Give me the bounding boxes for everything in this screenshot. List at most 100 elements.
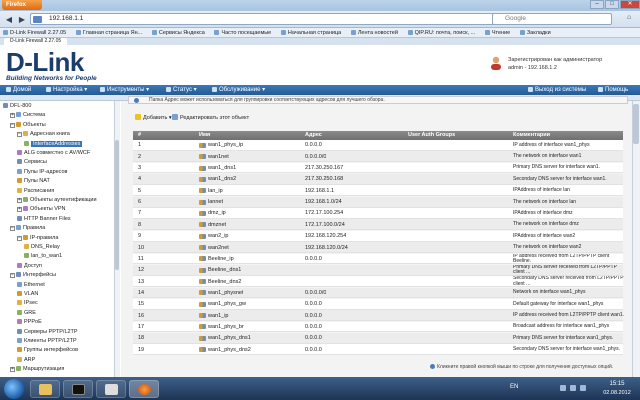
expand-icon[interactable]: +	[10, 113, 15, 119]
language-indicator[interactable]: EN	[510, 384, 518, 390]
tree-item[interactable]: ARP	[17, 356, 35, 364]
taskbar-firefox[interactable]	[129, 380, 159, 398]
column-header-comments[interactable]: Комментарии	[513, 131, 550, 140]
table-row[interactable]: 18 wan1_phys_dns1 0.0.0.0 Primary DNS serve…	[133, 332, 623, 344]
tree-scrollbar-thumb[interactable]	[115, 140, 119, 270]
table-row[interactable]: 1 wan1_phys_ip 0.0.0.0 IP address of interf…	[133, 140, 623, 151]
taskbar-explorer[interactable]	[30, 380, 60, 398]
start-button[interactable]	[4, 379, 24, 399]
table-row[interactable]: 2 wan1net 0.0.0.0/0 The network on interfac…	[133, 151, 623, 163]
menu-settings[interactable]: Настройка ▾	[46, 85, 87, 95]
table-row[interactable]: 4 wan1_dns2 217.30.250.168 Secondary DNS se…	[133, 174, 623, 185]
content-scrollbar-thumb[interactable]	[633, 104, 639, 144]
bookmark-item[interactable]: Часто посещаемые	[211, 28, 276, 37]
table-row[interactable]: 5 lan_ip 192.168.1.1 IPAddress of interface…	[133, 185, 623, 197]
table-row[interactable]: 16 wan1_ip 0.0.0.0 IP address received from…	[133, 310, 624, 321]
expand-icon[interactable]: +	[10, 367, 15, 373]
close-window-button[interactable]: ✕	[620, 0, 640, 9]
table-row[interactable]: 6 lannet 192.168.1.0/24 The network on inte…	[133, 196, 623, 208]
menu-maintenance[interactable]: Обслуживание ▾	[212, 85, 265, 95]
taskbar-terminal[interactable]	[63, 380, 93, 398]
tree-item[interactable]: − Интерфейсы	[10, 272, 56, 279]
tree-item[interactable]: PPPoE	[17, 319, 42, 326]
tree-item[interactable]: Сервисы	[17, 159, 47, 166]
menu-status[interactable]: Статус ▾	[166, 85, 197, 95]
tree-item[interactable]: DNS_Relay	[24, 244, 60, 251]
column-header-address[interactable]: Адрес	[305, 131, 322, 140]
collapse-icon[interactable]: −	[10, 273, 15, 279]
collapse-icon[interactable]: −	[10, 122, 15, 128]
tree-item[interactable]: Пулы IP-адресов	[17, 168, 67, 176]
minimize-button[interactable]: –	[590, 0, 604, 9]
maximize-button[interactable]: □	[605, 0, 619, 9]
volume-icon[interactable]	[580, 385, 586, 391]
column-header-number[interactable]: #	[138, 131, 141, 140]
menu-home[interactable]: Домой	[6, 85, 31, 95]
tree-item[interactable]: + Маршрутизация	[10, 366, 64, 373]
bookmark-item[interactable]: Лента новостей	[348, 28, 403, 37]
tree-item[interactable]: + Объекты VPN	[17, 206, 66, 213]
edit-object-button[interactable]: Редактировать этот объект	[172, 114, 249, 122]
expand-icon[interactable]: +	[17, 207, 22, 213]
taskbar-app[interactable]	[96, 380, 126, 398]
tree-item[interactable]: − IP-правила	[17, 234, 58, 242]
forward-arrow-icon[interactable]: ▶	[16, 14, 28, 25]
table-row[interactable]: 12 Beeline_dns1 Primary DNS server receive…	[133, 264, 623, 276]
expand-icon[interactable]: +	[17, 198, 22, 203]
tree-item[interactable]: GRE	[17, 309, 36, 317]
collapse-icon[interactable]: −	[10, 226, 15, 232]
tree-item[interactable]: Пулы NAT	[17, 178, 50, 185]
back-arrow-icon[interactable]: ◀	[3, 14, 15, 25]
tree-item[interactable]: Расписания	[17, 187, 54, 195]
tree-item[interactable]: + Объекты аутентификации	[17, 197, 97, 204]
table-row[interactable]: 15 wan1_phys_gw 0.0.0.0 Default gateway for…	[133, 298, 623, 310]
bookmark-item[interactable]: Начальная страница	[278, 28, 346, 37]
column-header-name[interactable]: Имя	[199, 131, 210, 140]
table-row[interactable]: 7 dmz_ip 172.17.100.254 IPAddress of interf…	[133, 208, 623, 219]
tray-arrow-icon[interactable]	[560, 385, 566, 391]
tree-item[interactable]: IPsec	[17, 300, 38, 307]
tree-item[interactable]: InterfaceAddresses	[24, 140, 83, 148]
clock-date[interactable]: 02.08.2012	[600, 390, 634, 396]
logout-link[interactable]: Выход из системы	[528, 85, 586, 95]
table-row[interactable]: 19 wan1_phys_dns2 0.0.0.0 Secondary DNS ser…	[133, 344, 623, 356]
tree-item[interactable]: − Объекты	[10, 121, 46, 129]
tree-item[interactable]: − Адресная книга	[17, 131, 70, 138]
table-row[interactable]: 10 wan2net 192.168.120.0/24 The network on …	[133, 242, 623, 253]
browser-tab[interactable]: D-Link Firewall 2.27.05	[4, 38, 68, 45]
site-identity-icon[interactable]	[33, 16, 42, 23]
menu-tools[interactable]: Инструменты ▾	[100, 85, 149, 95]
bookmark-item[interactable]: Закладки	[517, 28, 556, 37]
firefox-menu-button[interactable]: Firefox	[2, 0, 42, 10]
bookmark-item[interactable]: Главная страница Ян...	[73, 28, 147, 37]
search-input[interactable]: Google	[492, 13, 612, 25]
bookmark-item[interactable]: QIP.RU: почта, поиск, ...	[405, 28, 481, 37]
bookmark-item[interactable]: Чтение	[482, 28, 515, 37]
table-row[interactable]: 8 dmznet 172.17.100.0/24 The network on int…	[133, 219, 623, 231]
table-row[interactable]: 13 Beeline_dns2 Secondary DNS server recei…	[133, 276, 624, 287]
url-bar[interactable]: 192.168.1.1	[30, 13, 500, 25]
table-row[interactable]: 14 wan1_physnet 0.0.0.0/0 Network on interf…	[133, 287, 623, 299]
table-row[interactable]: 3 wan1_dns1 217.30.250.167 Primary DNS serv…	[133, 162, 623, 174]
tree-item[interactable]: + Система	[10, 112, 45, 119]
tree-item[interactable]: − Правила	[10, 225, 45, 232]
tree-item[interactable]: Серверы PPTP/L2TP	[17, 328, 78, 336]
tree-item[interactable]: Доступ	[17, 262, 42, 270]
table-row[interactable]: 17 wan1_phys_br 0.0.0.0 Broadcast address f…	[133, 321, 623, 333]
tree-item[interactable]: lan_to_wan1	[24, 253, 62, 260]
bookmark-item[interactable]: Сервисы Яндекса	[149, 28, 210, 37]
tree-item[interactable]: Группы интерфейсов	[17, 347, 78, 354]
tree-item[interactable]: Клиенты PPTP/L2TP	[17, 338, 77, 345]
tree-item[interactable]: Ethernet	[17, 281, 45, 289]
column-header-user-auth-groups[interactable]: User Auth Groups	[408, 131, 455, 140]
tree-item[interactable]: DFL-800	[3, 103, 31, 110]
collapse-icon[interactable]: −	[17, 235, 22, 241]
help-link[interactable]: Помощь	[598, 85, 628, 95]
collapse-icon[interactable]: −	[17, 132, 22, 138]
network-icon[interactable]	[570, 385, 576, 391]
tree-item[interactable]: VLAN	[17, 291, 38, 298]
tree-item[interactable]: HTTP Banner Files	[17, 215, 71, 223]
table-row[interactable]: 11 Beeline_ip 0.0.0.0 IP address received f…	[133, 253, 623, 265]
clock-time[interactable]: 15:15	[600, 381, 634, 387]
add-button[interactable]: Добавить ▾	[135, 114, 172, 122]
